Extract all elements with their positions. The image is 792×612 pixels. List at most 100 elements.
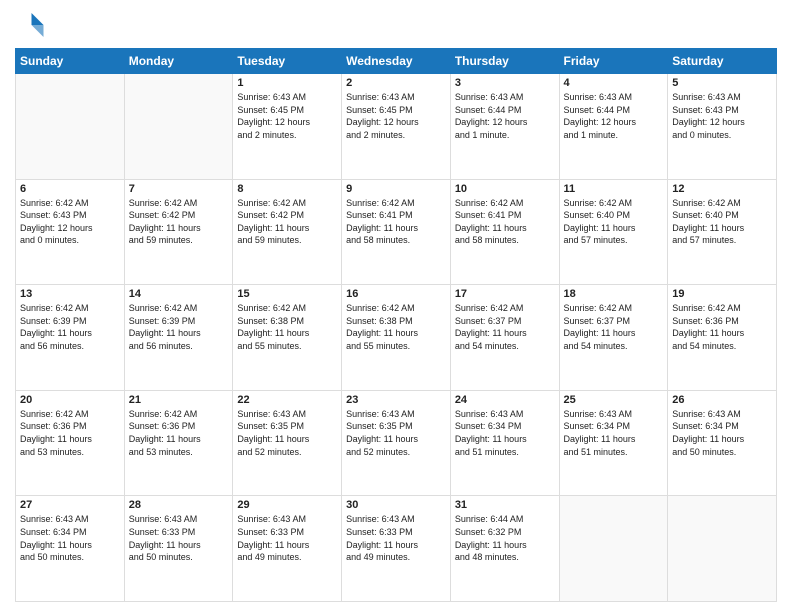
calendar-cell: 27 Sunrise: 6:43 AM Sunset: 6:34 PM Dayli…: [16, 496, 125, 602]
weekday-header-tuesday: Tuesday: [233, 49, 342, 74]
calendar-cell: [668, 496, 777, 602]
day-number: 11: [564, 183, 664, 195]
calendar-cell: 2 Sunrise: 6:43 AM Sunset: 6:45 PM Daylig…: [342, 74, 451, 180]
day-number: 28: [129, 499, 229, 511]
day-info: Sunrise: 6:42 AM Sunset: 6:40 PM Dayligh…: [564, 197, 664, 247]
day-info: Sunrise: 6:44 AM Sunset: 6:32 PM Dayligh…: [455, 513, 555, 563]
calendar-cell: 23 Sunrise: 6:43 AM Sunset: 6:35 PM Dayli…: [342, 390, 451, 496]
calendar-cell: 1 Sunrise: 6:43 AM Sunset: 6:45 PM Daylig…: [233, 74, 342, 180]
calendar-cell: 17Sunrise: 6:42 AM Sunset: 6:37 PM Dayli…: [450, 285, 559, 391]
calendar-cell: 5 Sunrise: 6:43 AM Sunset: 6:43 PM Daylig…: [668, 74, 777, 180]
logo-icon: [15, 10, 45, 40]
day-info: Sunrise: 6:42 AM Sunset: 6:36 PM Dayligh…: [129, 408, 229, 458]
day-info: Sunrise: 6:42 AM Sunset: 6:41 PM Dayligh…: [455, 197, 555, 247]
day-info: Sunrise: 6:42 AM Sunset: 6:38 PM Dayligh…: [237, 302, 337, 352]
day-number: 30: [346, 499, 446, 511]
calendar-cell: 13 Sunrise: 6:42 AM Sunset: 6:39 PM Dayli…: [16, 285, 125, 391]
day-info: Sunrise: 6:42 AM Sunset: 6:38 PM Dayligh…: [346, 302, 446, 352]
calendar-cell: 4 Sunrise: 6:43 AM Sunset: 6:44 PM Daylig…: [559, 74, 668, 180]
calendar-cell: 21 Sunrise: 6:42 AM Sunset: 6:36 PM Dayli…: [124, 390, 233, 496]
page: SundayMondayTuesdayWednesdayThursdayFrid…: [0, 0, 792, 612]
calendar-cell: 19 Sunrise: 6:42 AM Sunset: 6:36 PM Dayli…: [668, 285, 777, 391]
calendar-header-row: SundayMondayTuesdayWednesdayThursdayFrid…: [16, 49, 777, 74]
weekday-header-saturday: Saturday: [668, 49, 777, 74]
day-info: Sunrise: 6:43 AM Sunset: 6:34 PM Dayligh…: [455, 408, 555, 458]
day-number: 26: [672, 394, 772, 406]
weekday-header-sunday: Sunday: [16, 49, 125, 74]
calendar-table: SundayMondayTuesdayWednesdayThursdayFrid…: [15, 48, 777, 602]
day-number: 20: [20, 394, 120, 406]
day-number: 22: [237, 394, 337, 406]
day-number: 5: [672, 77, 772, 89]
day-number: 13: [20, 288, 120, 300]
day-number: 16: [346, 288, 446, 300]
calendar-cell: 31 Sunrise: 6:44 AM Sunset: 6:32 PM Dayli…: [450, 496, 559, 602]
day-info: Sunrise: 6:43 AM Sunset: 6:43 PM Dayligh…: [672, 91, 772, 141]
calendar-cell: 28 Sunrise: 6:43 AM Sunset: 6:33 PM Dayli…: [124, 496, 233, 602]
day-number: 25: [564, 394, 664, 406]
day-info: Sunrise: 6:43 AM Sunset: 6:44 PM Dayligh…: [564, 91, 664, 141]
calendar-cell: 25 Sunrise: 6:43 AM Sunset: 6:34 PM Dayli…: [559, 390, 668, 496]
day-number: 18: [564, 288, 664, 300]
day-number: 15: [237, 288, 337, 300]
calendar-cell: 3Sunrise: 6:43 AM Sunset: 6:44 PM Daylig…: [450, 74, 559, 180]
day-info: Sunrise: 6:42 AM Sunset: 6:39 PM Dayligh…: [129, 302, 229, 352]
day-info: Sunrise: 6:42 AM Sunset: 6:37 PM Dayligh…: [564, 302, 664, 352]
day-number: 24: [455, 394, 555, 406]
calendar-cell: 16 Sunrise: 6:42 AM Sunset: 6:38 PM Dayli…: [342, 285, 451, 391]
day-info: Sunrise: 6:43 AM Sunset: 6:35 PM Dayligh…: [237, 408, 337, 458]
day-info: Sunrise: 6:43 AM Sunset: 6:34 PM Dayligh…: [564, 408, 664, 458]
day-number: 2: [346, 77, 446, 89]
day-number: 8: [237, 183, 337, 195]
day-info: Sunrise: 6:42 AM Sunset: 6:37 PM Dayligh…: [455, 302, 555, 352]
day-number: 1: [237, 77, 337, 89]
day-number: 27: [20, 499, 120, 511]
day-number: 14: [129, 288, 229, 300]
day-info: Sunrise: 6:43 AM Sunset: 6:33 PM Dayligh…: [346, 513, 446, 563]
day-info: Sunrise: 6:42 AM Sunset: 6:43 PM Dayligh…: [20, 197, 120, 247]
day-info: Sunrise: 6:43 AM Sunset: 6:45 PM Dayligh…: [346, 91, 446, 141]
calendar-week-1: 1 Sunrise: 6:43 AM Sunset: 6:45 PM Daylig…: [16, 74, 777, 180]
day-number: 31: [455, 499, 555, 511]
day-info: Sunrise: 6:43 AM Sunset: 6:35 PM Dayligh…: [346, 408, 446, 458]
calendar-cell: [16, 74, 125, 180]
calendar-cell: 22 Sunrise: 6:43 AM Sunset: 6:35 PM Dayli…: [233, 390, 342, 496]
day-number: 29: [237, 499, 337, 511]
calendar-cell: 12 Sunrise: 6:42 AM Sunset: 6:40 PM Dayli…: [668, 179, 777, 285]
day-number: 21: [129, 394, 229, 406]
day-number: 7: [129, 183, 229, 195]
day-info: Sunrise: 6:43 AM Sunset: 6:34 PM Dayligh…: [672, 408, 772, 458]
calendar-cell: 7 Sunrise: 6:42 AM Sunset: 6:42 PM Daylig…: [124, 179, 233, 285]
day-number: 3: [455, 77, 555, 89]
day-number: 9: [346, 183, 446, 195]
day-info: Sunrise: 6:43 AM Sunset: 6:33 PM Dayligh…: [129, 513, 229, 563]
day-info: Sunrise: 6:42 AM Sunset: 6:36 PM Dayligh…: [20, 408, 120, 458]
day-info: Sunrise: 6:43 AM Sunset: 6:34 PM Dayligh…: [20, 513, 120, 563]
header: [15, 10, 777, 40]
day-info: Sunrise: 6:42 AM Sunset: 6:41 PM Dayligh…: [346, 197, 446, 247]
calendar-body: 1 Sunrise: 6:43 AM Sunset: 6:45 PM Daylig…: [16, 74, 777, 602]
day-info: Sunrise: 6:43 AM Sunset: 6:45 PM Dayligh…: [237, 91, 337, 141]
day-number: 23: [346, 394, 446, 406]
calendar-cell: 10 Sunrise: 6:42 AM Sunset: 6:41 PM Dayli…: [450, 179, 559, 285]
calendar-week-2: 6 Sunrise: 6:42 AM Sunset: 6:43 PM Daylig…: [16, 179, 777, 285]
day-number: 19: [672, 288, 772, 300]
weekday-header-thursday: Thursday: [450, 49, 559, 74]
day-info: Sunrise: 6:43 AM Sunset: 6:33 PM Dayligh…: [237, 513, 337, 563]
calendar-cell: 24 Sunrise: 6:43 AM Sunset: 6:34 PM Dayli…: [450, 390, 559, 496]
day-info: Sunrise: 6:42 AM Sunset: 6:42 PM Dayligh…: [129, 197, 229, 247]
day-number: 10: [455, 183, 555, 195]
day-info: Sunrise: 6:42 AM Sunset: 6:40 PM Dayligh…: [672, 197, 772, 247]
day-number: 4: [564, 77, 664, 89]
calendar-cell: 9 Sunrise: 6:42 AM Sunset: 6:41 PM Daylig…: [342, 179, 451, 285]
day-info: Sunrise: 6:42 AM Sunset: 6:39 PM Dayligh…: [20, 302, 120, 352]
day-number: 6: [20, 183, 120, 195]
calendar-cell: 26 Sunrise: 6:43 AM Sunset: 6:34 PM Dayli…: [668, 390, 777, 496]
calendar-cell: 14 Sunrise: 6:42 AM Sunset: 6:39 PM Dayli…: [124, 285, 233, 391]
calendar-cell: 29 Sunrise: 6:43 AM Sunset: 6:33 PM Dayli…: [233, 496, 342, 602]
calendar-cell: [124, 74, 233, 180]
calendar-cell: 8Sunrise: 6:42 AM Sunset: 6:42 PM Daylig…: [233, 179, 342, 285]
day-number: 12: [672, 183, 772, 195]
calendar-cell: 15 Sunrise: 6:42 AM Sunset: 6:38 PM Dayli…: [233, 285, 342, 391]
day-info: Sunrise: 6:42 AM Sunset: 6:36 PM Dayligh…: [672, 302, 772, 352]
